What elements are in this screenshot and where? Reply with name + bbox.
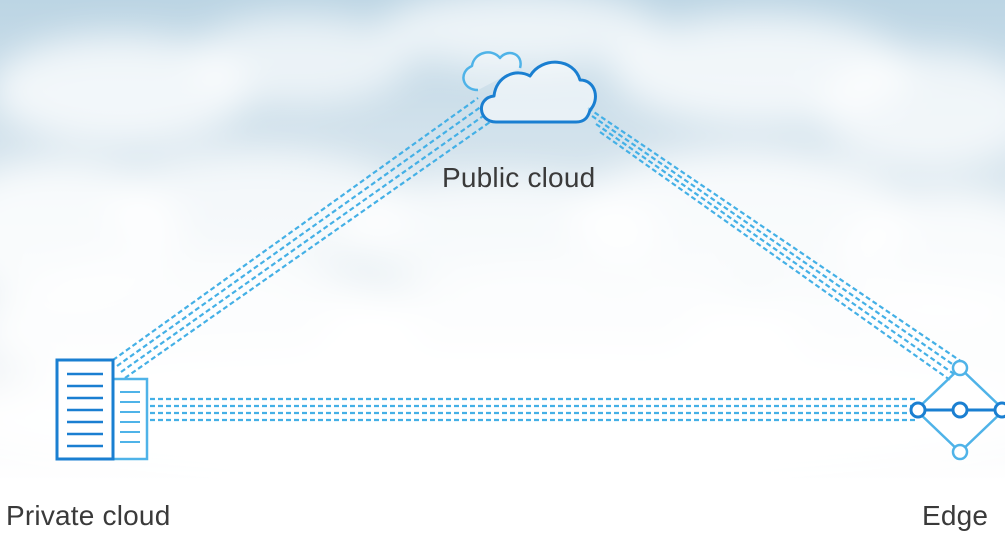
diagram-svg [55, 51, 1005, 461]
edge-network-icon [909, 359, 1005, 461]
edge-label: Edge [922, 500, 989, 531]
connection-public-edge [587, 107, 963, 381]
diagram-canvas: Public cloud Private cloud Edge [0, 0, 1005, 547]
server-building-icon [55, 358, 149, 461]
connection-private-public [112, 97, 491, 379]
public-cloud-label: Public cloud [442, 162, 596, 193]
cloud-icon [462, 51, 597, 124]
private-cloud-label: Private cloud [6, 500, 171, 531]
connection-private-edge [150, 397, 918, 422]
